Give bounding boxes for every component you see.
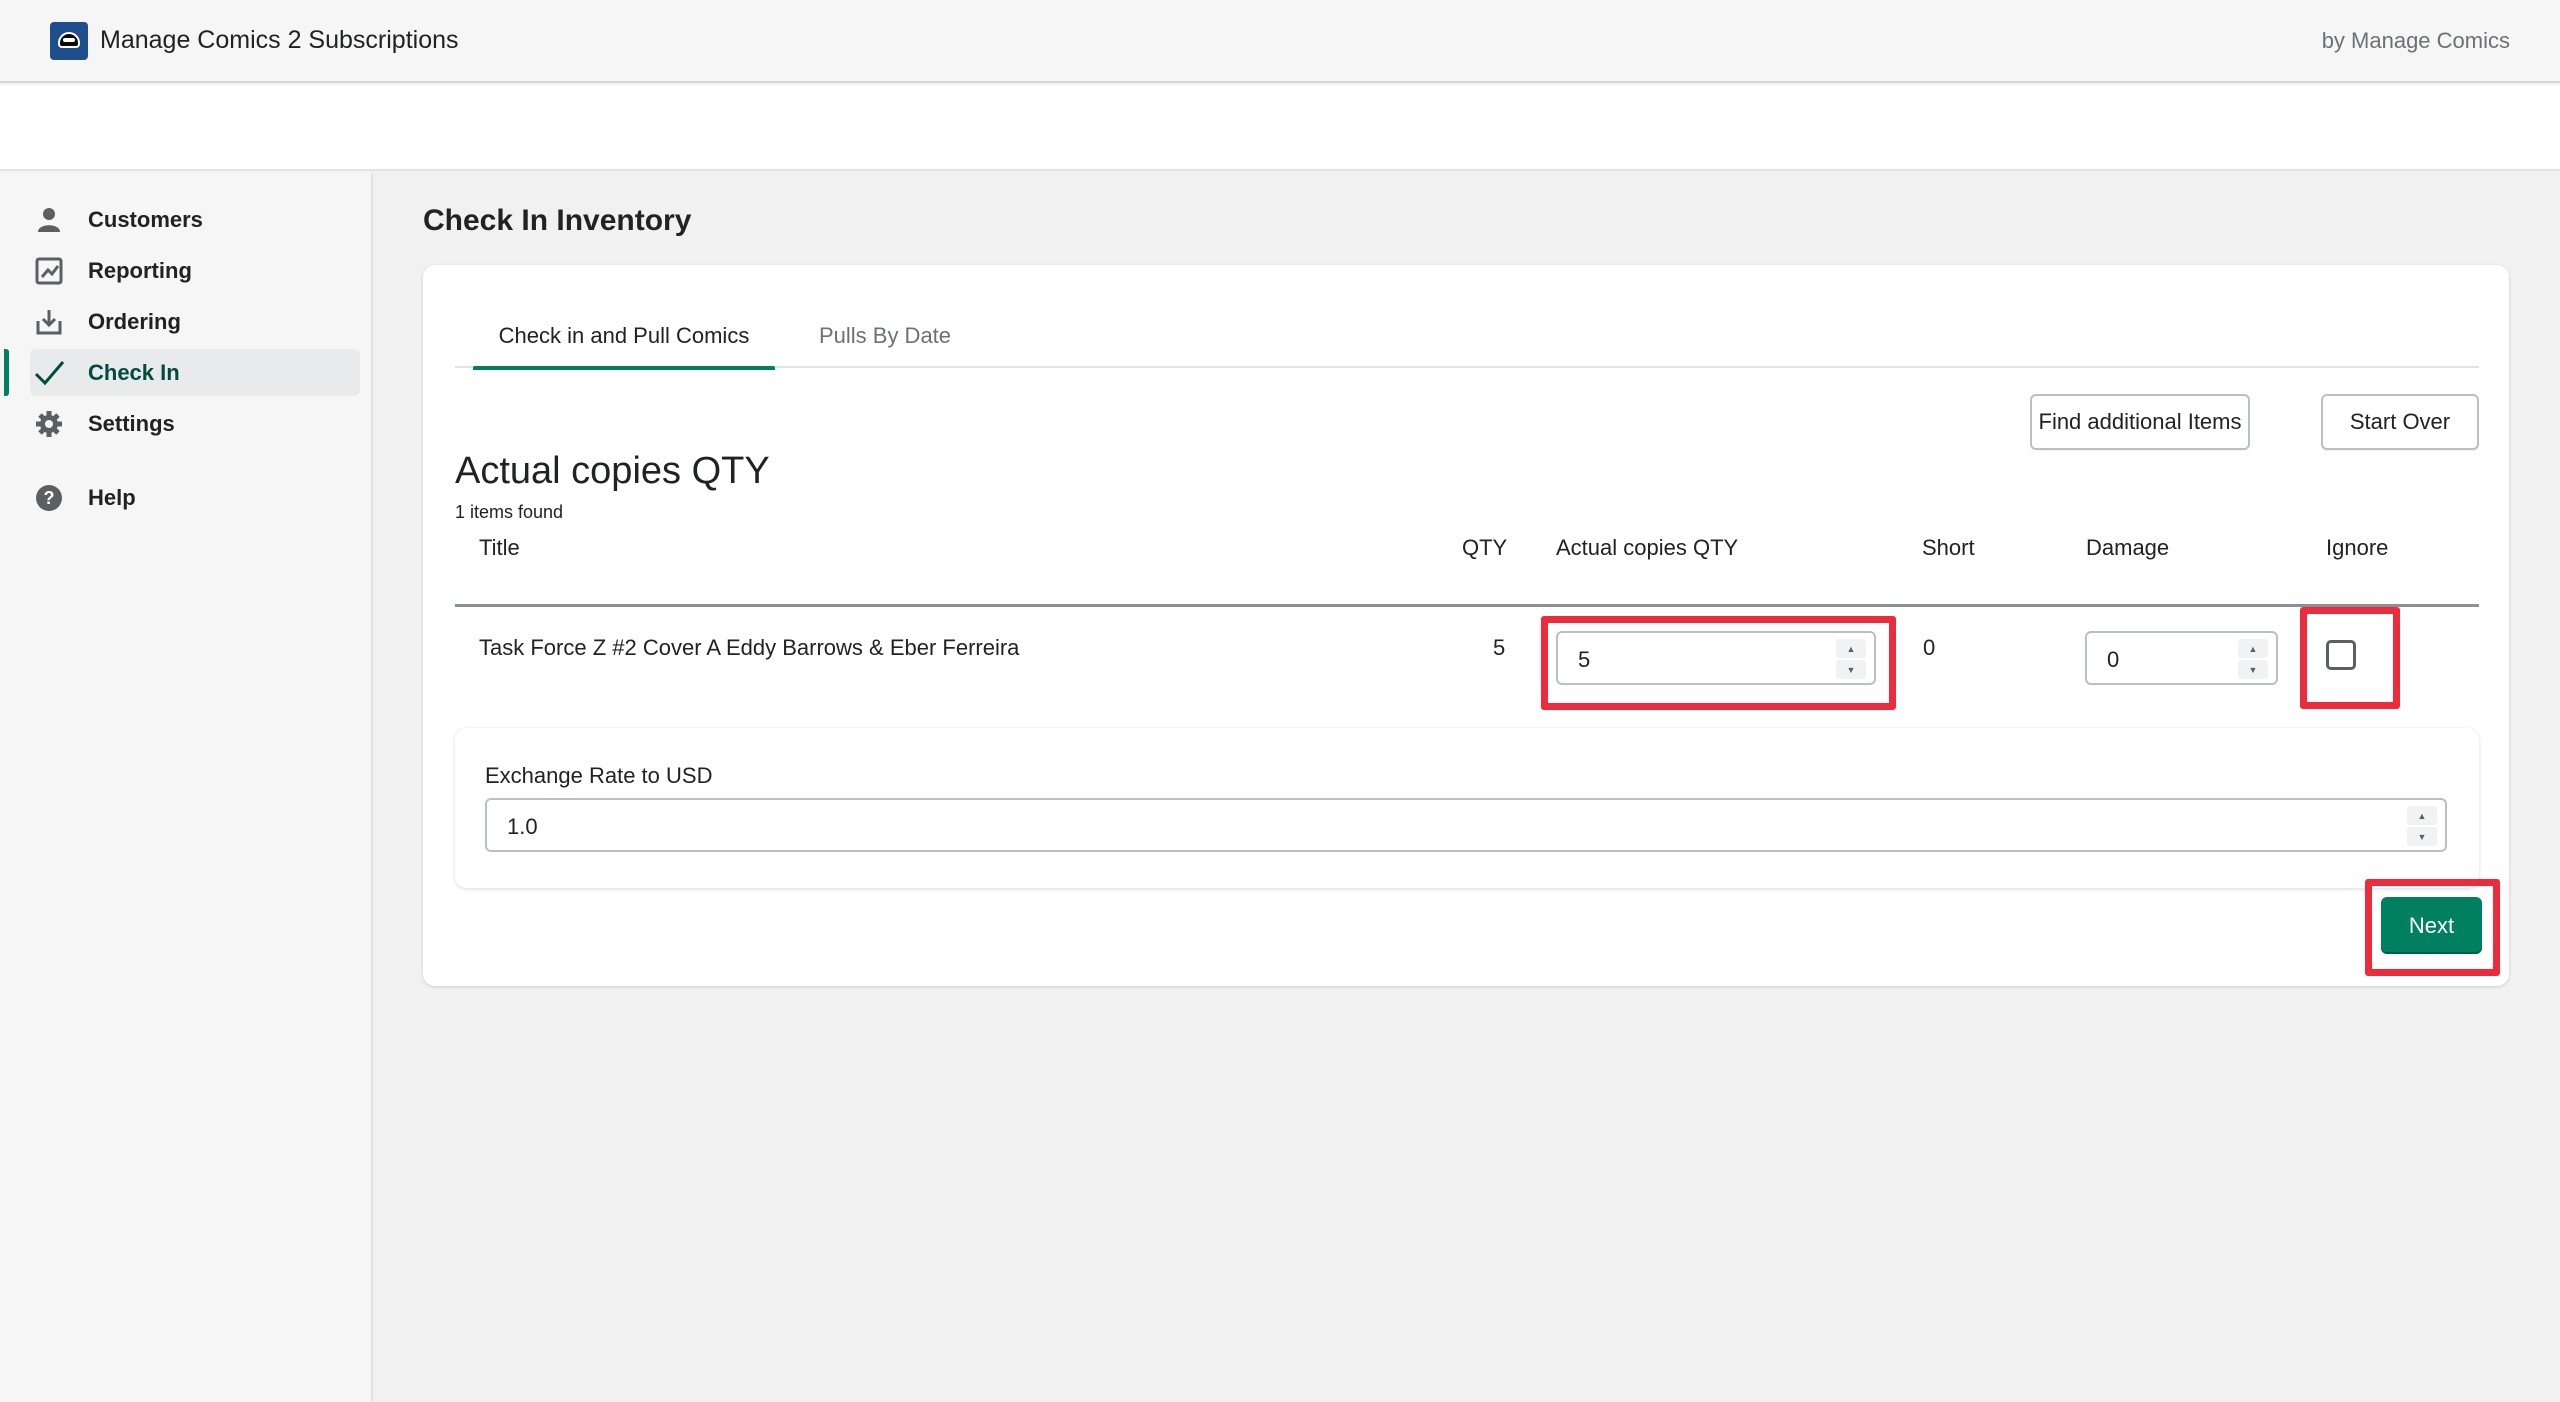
sidebar-item-label: Ordering: [88, 308, 181, 334]
decrement-icon[interactable]: ▼: [2238, 660, 2268, 679]
tab-bar: Check in and Pull Comics Pulls By Date: [455, 313, 2479, 370]
exchange-rate-value: 1.0: [507, 814, 538, 839]
damage-value: 0: [2107, 647, 2120, 672]
sidebar-item-help[interactable]: ? Help: [30, 474, 360, 521]
gear-icon: [32, 407, 66, 441]
row-title: Task Force Z #2 Cover A Eddy Barrows & E…: [479, 635, 1020, 660]
reporting-icon: [32, 254, 66, 288]
column-header-damage: Damage: [2086, 535, 2170, 560]
increment-icon[interactable]: ▲: [1836, 639, 1866, 658]
question-circle-icon: ?: [32, 481, 66, 515]
sidebar: Customers Reporting Ordering Check In Se…: [0, 173, 373, 1402]
find-additional-items-button[interactable]: Find additional Items: [2030, 394, 2250, 450]
person-icon: [32, 203, 66, 237]
damage-input[interactable]: 0 ▲ ▼: [2085, 631, 2278, 685]
tab-check-in-and-pull[interactable]: Check in and Pull Comics: [473, 313, 775, 370]
page-title: Check In Inventory: [423, 204, 692, 237]
sidebar-item-label: Reporting: [88, 257, 192, 283]
actual-copies-stepper[interactable]: ▲ ▼: [1836, 639, 1866, 679]
exchange-rate-label: Exchange Rate to USD: [485, 763, 713, 788]
by-label: by Manage Comics: [2321, 28, 2510, 53]
top-bar: Manage Comics 2 Subscriptions by Manage …: [0, 0, 2560, 83]
column-header-ignore: Ignore: [2326, 535, 2389, 560]
actual-copies-value: 5: [1578, 647, 1591, 672]
column-header-qty: QTY: [1462, 535, 1508, 560]
sidebar-item-label: Customers: [88, 206, 203, 232]
decrement-icon[interactable]: ▼: [2407, 827, 2437, 846]
column-header-actual-copies: Actual copies QTY: [1556, 535, 1739, 560]
comic-mask-icon: [50, 22, 88, 60]
sidebar-item-check-in[interactable]: Check In: [4, 349, 360, 396]
exchange-rate-card: Exchange Rate to USD 1.0 ▲ ▼: [455, 728, 2479, 888]
next-button[interactable]: Next: [2381, 897, 2482, 954]
column-header-short: Short: [1922, 535, 1975, 560]
sidebar-item-label: Settings: [88, 410, 175, 436]
svg-text:?: ?: [44, 488, 55, 508]
sidebar-item-reporting[interactable]: Reporting: [30, 247, 360, 294]
decrement-icon[interactable]: ▼: [1836, 660, 1866, 679]
sidebar-item-ordering[interactable]: Ordering: [30, 298, 360, 345]
row-qty: 5: [1493, 635, 1506, 660]
app-title: Manage Comics 2 Subscriptions: [100, 26, 459, 54]
increment-icon[interactable]: ▲: [2407, 806, 2437, 825]
ignore-checkbox[interactable]: [2326, 640, 2356, 670]
column-header-title: Title: [479, 535, 520, 560]
items-found-count: 1 items found: [455, 502, 564, 522]
exchange-rate-stepper[interactable]: ▲ ▼: [2407, 806, 2437, 846]
sidebar-item-settings[interactable]: Settings: [30, 400, 360, 447]
sidebar-item-label: Help: [88, 484, 136, 510]
checkmark-icon: [32, 356, 66, 390]
row-short: 0: [1923, 635, 1936, 660]
section-title: Actual copies QTY: [455, 450, 770, 492]
download-tray-icon: [32, 305, 66, 339]
exchange-rate-input[interactable]: 1.0 ▲ ▼: [485, 798, 2447, 852]
sidebar-item-label: Check In: [88, 359, 180, 385]
start-over-button[interactable]: Start Over: [2321, 394, 2479, 450]
check-in-card: Check in and Pull Comics Pulls By Date F…: [423, 265, 2509, 986]
damage-stepper[interactable]: ▲ ▼: [2238, 639, 2268, 679]
sidebar-item-customers[interactable]: Customers: [30, 196, 360, 243]
tab-pulls-by-date[interactable]: Pulls By Date: [800, 313, 970, 368]
actual-copies-input[interactable]: 5 ▲ ▼: [1556, 631, 1876, 685]
secondary-bar: [0, 85, 2560, 171]
increment-icon[interactable]: ▲: [2238, 639, 2268, 658]
